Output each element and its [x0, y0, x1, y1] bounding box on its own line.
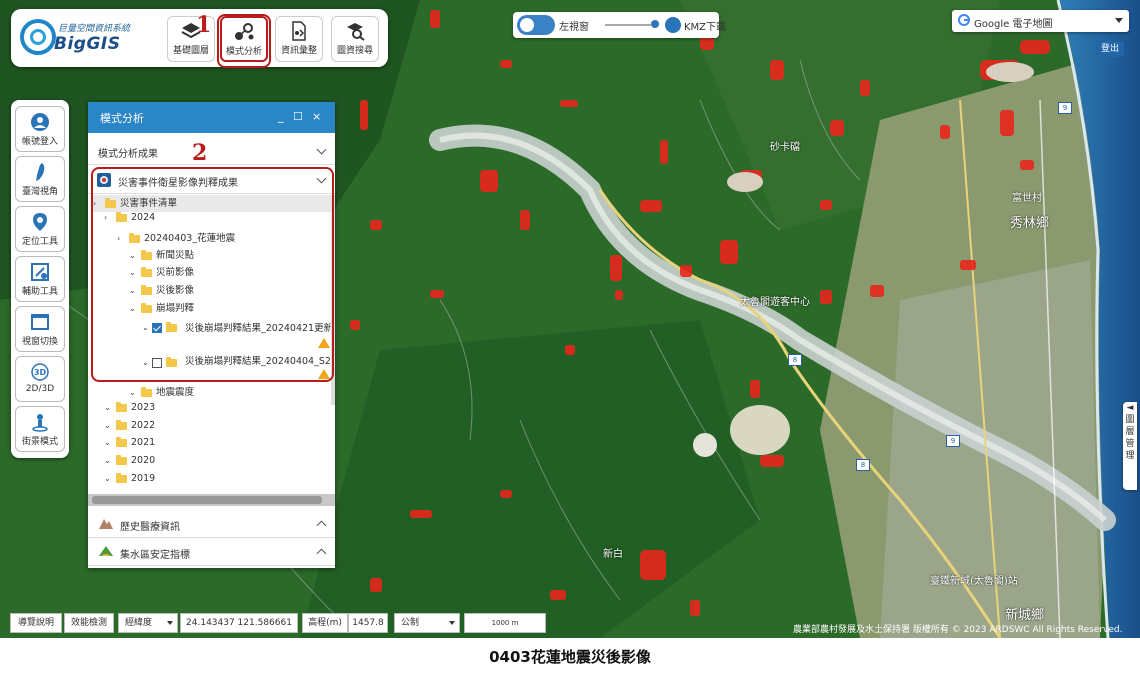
chevron-down-icon: [316, 144, 327, 155]
left-window-label: 左視窗: [559, 22, 589, 33]
close-button[interactable]: ×: [312, 110, 321, 123]
google-icon: [958, 14, 970, 26]
scale-bar: 1000 m: [464, 613, 546, 633]
chevron-up-icon: [316, 548, 327, 559]
unit-select[interactable]: 公制: [394, 613, 460, 633]
panel-header: 模式分析 _ ☐ ×: [88, 102, 335, 133]
basemap-selected-value: Google 電子地圖: [974, 19, 1053, 30]
chevron-down-icon: [167, 621, 173, 625]
location-pin-icon: [33, 213, 47, 231]
folder-icon: [116, 419, 127, 430]
map-label-xiulin: 秀林鄉: [1010, 216, 1050, 231]
tree-item-2019[interactable]: ⌄ 2019: [104, 472, 155, 490]
tool-info-summary-button[interactable]: 資訊彙整: [275, 16, 323, 62]
mountain-icon: [99, 519, 113, 529]
annotation-number-1: 1: [196, 12, 212, 38]
folder-icon: [116, 401, 127, 412]
slider-handle[interactable]: [651, 20, 659, 28]
logout-button[interactable]: 登出: [1096, 41, 1124, 57]
search-icon: [347, 23, 365, 41]
sidebar-taiwan-view-button[interactable]: 臺灣視角: [15, 156, 65, 202]
cloud-download-icon[interactable]: [665, 17, 681, 33]
coordinate-type-select[interactable]: 經緯度: [118, 613, 178, 633]
help-button[interactable]: 導覽說明: [10, 613, 62, 633]
sidebar-2d3d-button[interactable]: 3D 2D/3D: [15, 356, 65, 402]
left-window-switch[interactable]: [517, 15, 555, 35]
tree-item-intensity[interactable]: ⌄ 地震震度: [129, 384, 194, 401]
tree-item-2021[interactable]: ⌄ 2021: [104, 436, 155, 454]
folder-icon: [116, 436, 127, 447]
basemap-select[interactable]: Google 電子地圖: [952, 10, 1129, 32]
section-model-results[interactable]: 模式分析成果: [88, 137, 335, 165]
coordinate-value: 24.143437 121.586661: [180, 613, 298, 633]
annotation-number-2: 2: [192, 140, 208, 166]
logo-title: 巨量空間資訊系統: [58, 24, 131, 34]
map-label-taroko-center: 太魯閣遊客中心: [740, 297, 810, 308]
sidebar-location-tool-button[interactable]: 定位工具: [15, 206, 65, 252]
folder-icon: [116, 472, 127, 483]
map-label-station: 臺鐵新城(太魯閣)站: [930, 576, 1018, 587]
highlight-box-layer-tree: [91, 167, 334, 382]
3d-icon: 3D: [31, 363, 49, 381]
biggis-logo: 巨量空間資訊系統 BigGIS: [20, 17, 160, 59]
road-badge: 8: [856, 459, 870, 471]
road-badge: 8: [788, 354, 802, 366]
logo-name: BigGIS: [54, 34, 121, 54]
road-badge: 9: [946, 435, 960, 447]
performance-test-button[interactable]: 效能檢測: [64, 613, 114, 633]
document-icon: [292, 21, 306, 41]
tool-map-search-button[interactable]: 圖資搜尋: [331, 16, 379, 62]
streetview-icon: [32, 414, 48, 432]
map-label-fuhsi: 富世村: [1012, 193, 1042, 204]
left-window-toggle-bar: 左視窗 KMZ下載: [513, 12, 726, 38]
chevron-down-icon: [1115, 18, 1123, 23]
tree-item-2022[interactable]: ⌄ 2022: [104, 419, 155, 437]
window-icon: [31, 314, 49, 330]
figure-caption: 0403花蓮地震災後影像: [489, 648, 651, 666]
tree-horizontal-scrollbar[interactable]: [88, 494, 335, 506]
scrollbar-thumb[interactable]: [92, 496, 322, 504]
sidebar-login-button[interactable]: 帳號登入: [15, 106, 65, 152]
map-label-xincheng: 新城鄉: [1005, 608, 1045, 623]
sidebar-aux-tools-button[interactable]: 輔助工具: [15, 256, 65, 302]
logo-emblem-icon: [20, 19, 56, 55]
map-label-shakadang: 砂卡礑: [770, 142, 800, 153]
sidebar-window-switch-button[interactable]: 視窗切換: [15, 306, 65, 352]
maximize-button[interactable]: ☐: [293, 110, 303, 123]
highlight-box-model-analysis: [217, 14, 271, 68]
svg-text:3D: 3D: [34, 368, 47, 377]
tree-item-2020[interactable]: ⌄ 2020: [104, 454, 155, 472]
map-label-xinbai: 新白: [603, 549, 623, 560]
left-sidebar: 帳號登入 臺灣視角 定位工具 輔助工具 視窗切換 3D 2D/3D 街景模式: [11, 100, 69, 458]
chevron-down-icon: [449, 621, 455, 625]
tools-icon: [31, 263, 49, 281]
attribution-text: 農業部農村發展及水土保持署 版權所有 © 2023 ARDSWC All Rig…: [793, 625, 1123, 635]
chevron-up-icon: [316, 520, 327, 531]
opacity-slider[interactable]: [605, 24, 651, 26]
elevation-value: 1457.8: [348, 613, 388, 633]
minimize-button[interactable]: _: [278, 110, 284, 123]
section-watershed-index[interactable]: 集水區安定指標: [88, 538, 335, 566]
folder-icon: [116, 454, 127, 465]
layer-manager-tab[interactable]: ◄ 圖 層 管 理: [1123, 402, 1137, 490]
section-history-medical[interactable]: 歷史醫療資訊: [88, 510, 335, 538]
folder-icon: [141, 386, 152, 397]
watershed-icon: [99, 546, 113, 556]
taiwan-icon: [36, 163, 45, 181]
user-icon: [31, 113, 49, 131]
kmz-download-link[interactable]: KMZ下載: [684, 18, 726, 33]
elevation-label: 高程(m): [302, 613, 348, 633]
tree-item-2023[interactable]: ⌄ 2023: [104, 401, 155, 419]
sidebar-street-view-button[interactable]: 街景模式: [15, 406, 65, 452]
road-badge: 9: [1058, 102, 1072, 114]
panel-title: 模式分析: [100, 112, 144, 125]
